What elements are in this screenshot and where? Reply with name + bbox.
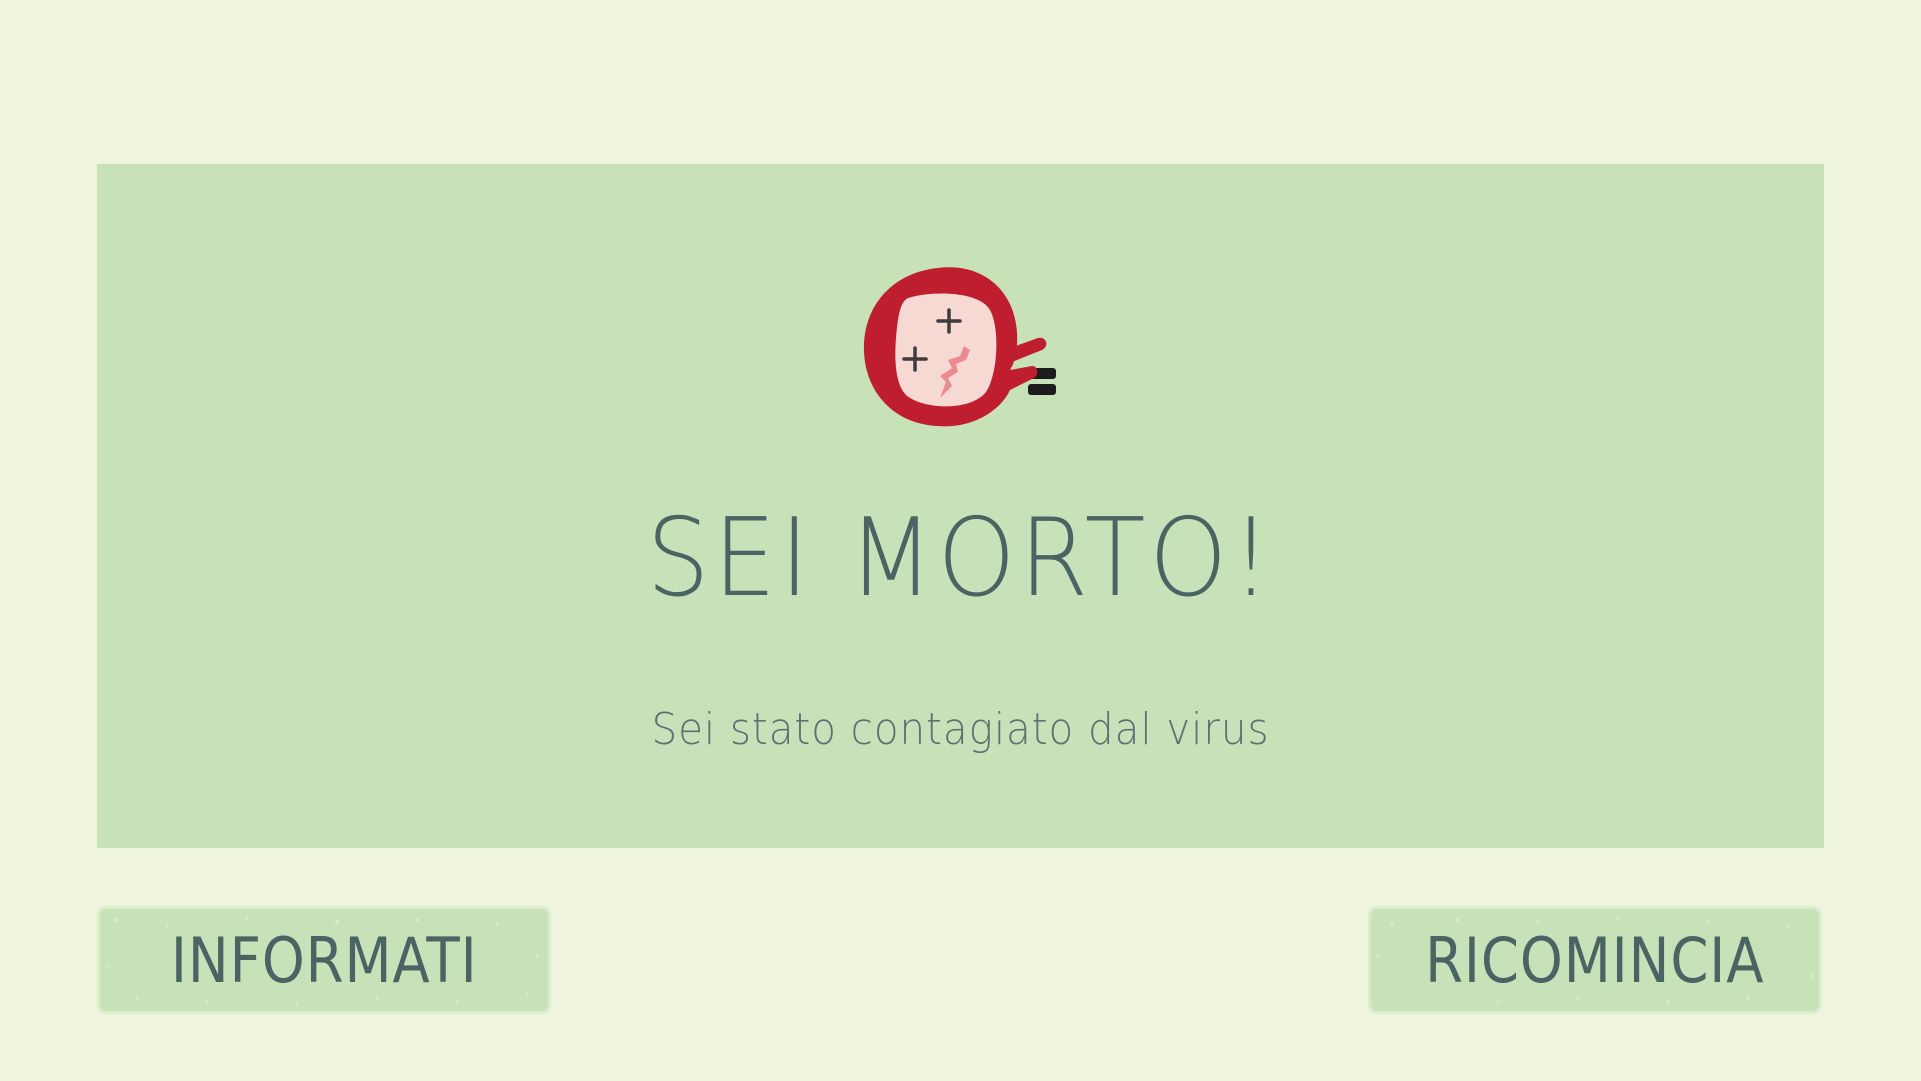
game-over-message: Sei stato contagiato dal virus xyxy=(651,704,1270,755)
ricomincia-button[interactable]: RICOMINCIA xyxy=(1368,906,1822,1014)
informati-button-label: INFORMATI xyxy=(170,923,478,997)
foot-icon xyxy=(1028,384,1056,395)
game-over-screen: SEI MORTO! Sei stato contagiato dal viru… xyxy=(0,0,1921,1081)
informati-button[interactable]: INFORMATI xyxy=(97,906,551,1014)
dead-character-icon xyxy=(863,267,1056,427)
page-title: SEI MORTO! xyxy=(646,496,1275,621)
ricomincia-button-label: RICOMINCIA xyxy=(1425,923,1765,997)
